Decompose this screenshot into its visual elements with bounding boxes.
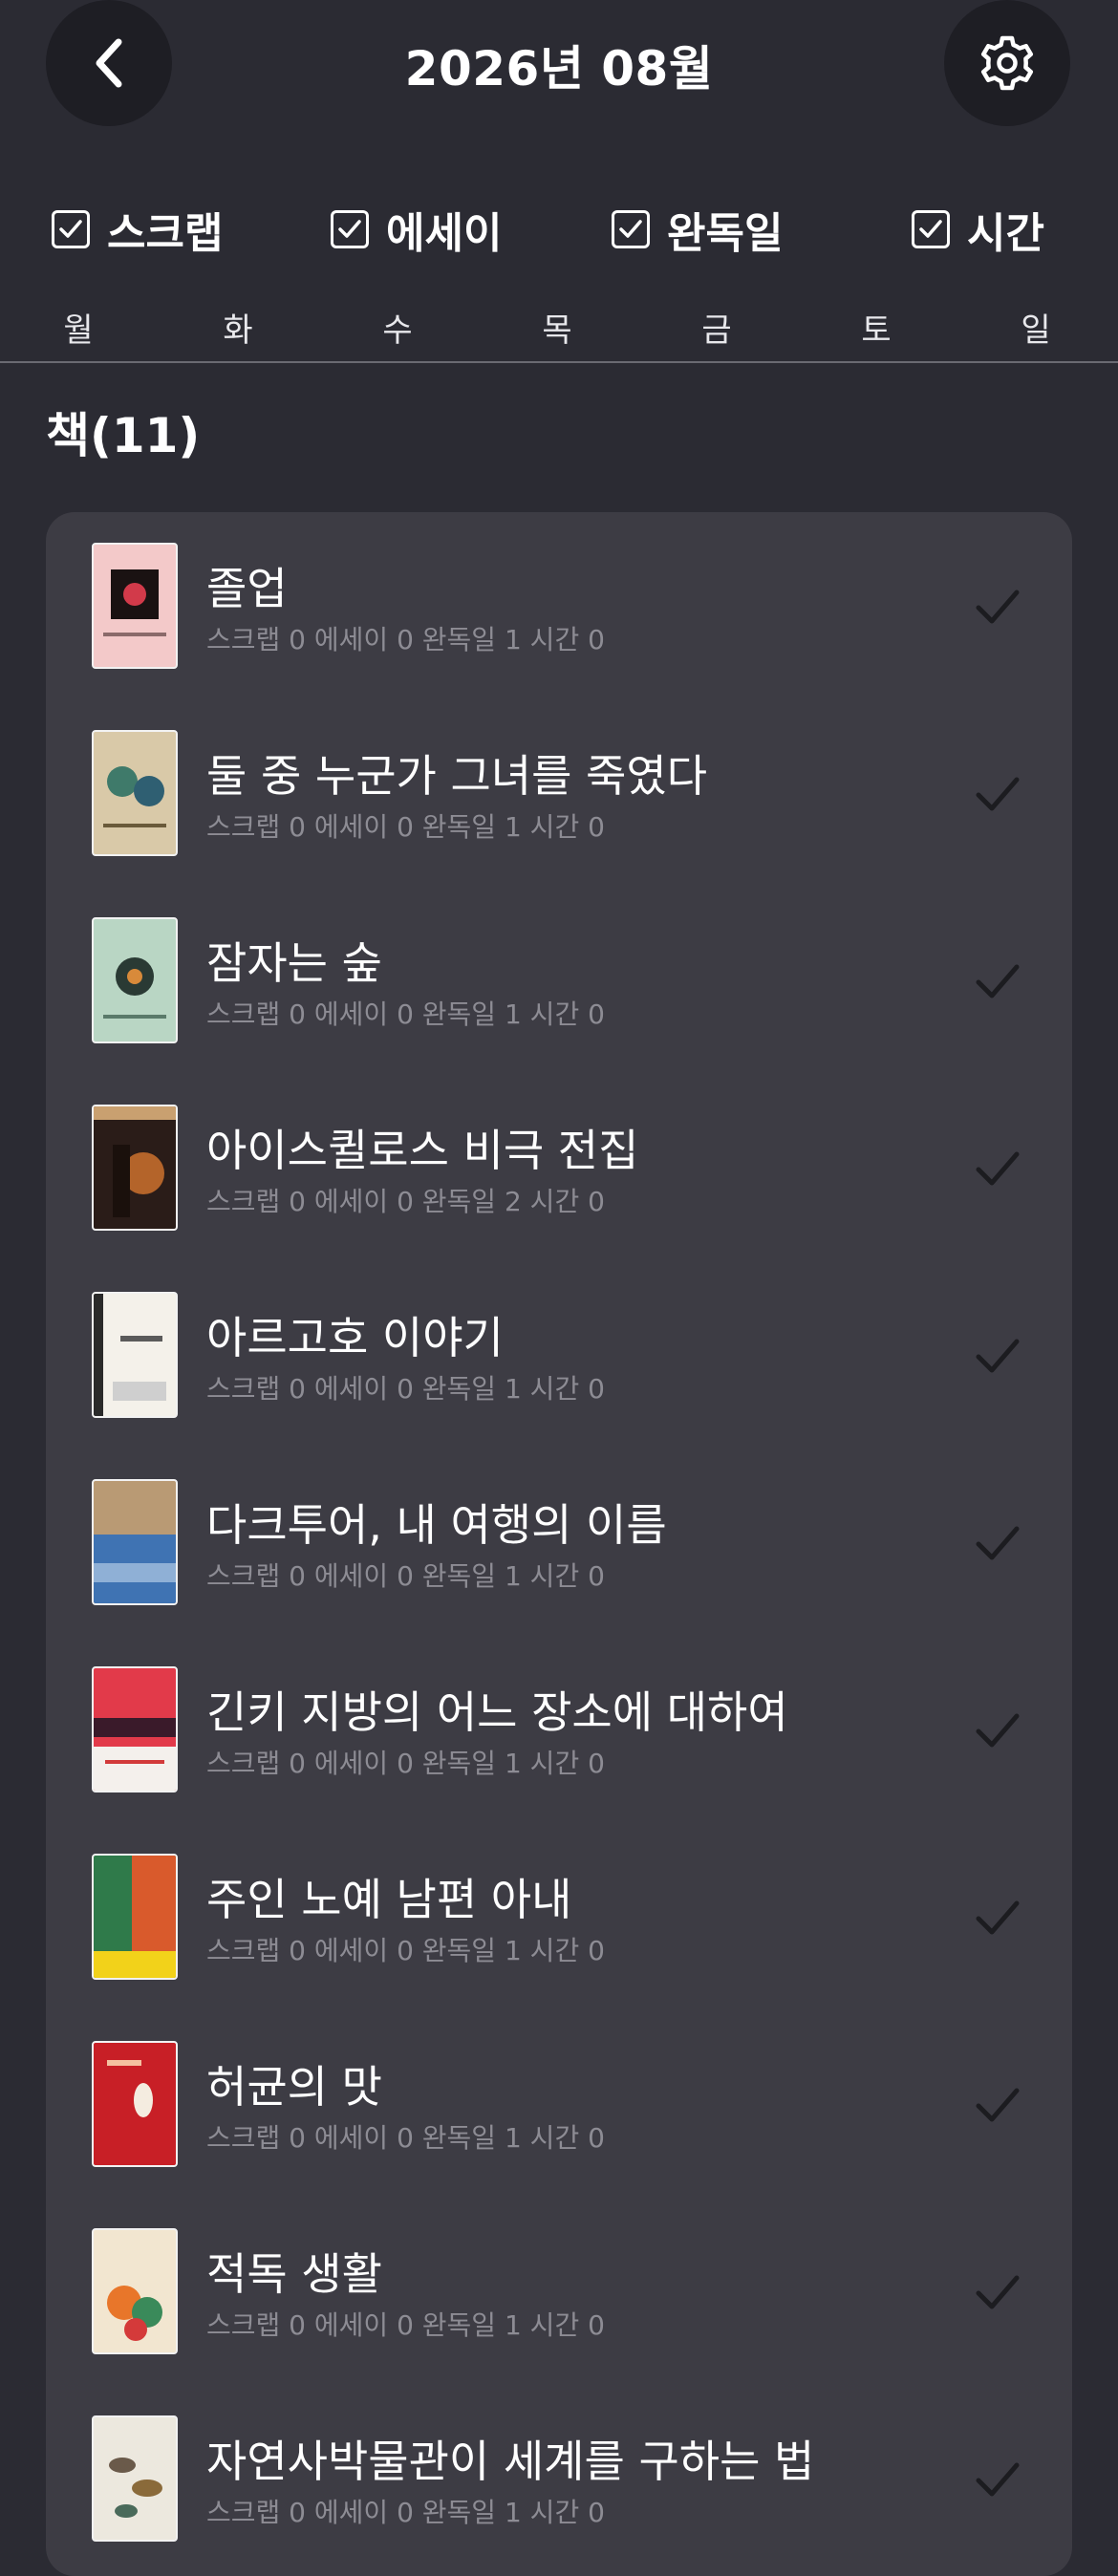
check-icon bbox=[976, 590, 1020, 624]
check-icon bbox=[976, 777, 1020, 811]
list-item[interactable]: 긴키 지방의 어느 장소에 대하여 스크랩 0 에세이 0 완독일 1 시간 0 bbox=[46, 1636, 1072, 1817]
check-icon bbox=[976, 1526, 1020, 1560]
weekday-sat: 토 bbox=[861, 311, 892, 350]
list-item[interactable]: 다크투어, 내 여행의 이름 스크랩 0 에세이 0 완독일 1 시간 0 bbox=[46, 1449, 1072, 1630]
book-title: 졸업 bbox=[206, 563, 288, 614]
book-stats: 스크랩 0 에세이 0 완독일 1 시간 0 bbox=[206, 624, 605, 655]
weekday-thu: 목 bbox=[542, 311, 572, 350]
weekday-sun: 일 bbox=[1021, 311, 1051, 350]
book-cover bbox=[92, 2415, 178, 2542]
book-cover bbox=[92, 2041, 178, 2167]
list-item[interactable]: 적독 생활 스크랩 0 에세이 0 완독일 1 시간 0 bbox=[46, 2198, 1072, 2379]
filter-time[interactable]: 시간 bbox=[912, 191, 1044, 268]
gear-icon bbox=[980, 35, 1034, 91]
book-title: 다크투어, 내 여행의 이름 bbox=[206, 1499, 667, 1551]
list-item[interactable]: 주인 노예 남편 아내 스크랩 0 에세이 0 완독일 1 시간 0 bbox=[46, 1823, 1072, 2005]
check-icon bbox=[976, 2462, 1020, 2497]
book-title: 아이스퀼로스 비극 전집 bbox=[206, 1125, 639, 1176]
settings-button[interactable] bbox=[944, 0, 1070, 126]
book-stats: 스크랩 0 에세이 0 완독일 1 시간 0 bbox=[206, 2309, 605, 2341]
book-title: 잠자는 숲 bbox=[206, 937, 382, 989]
list-item[interactable]: 둘 중 누군가 그녀를 죽였다 스크랩 0 에세이 0 완독일 1 시간 0 bbox=[46, 699, 1072, 881]
book-stats: 스크랩 0 에세이 0 완독일 1 시간 0 bbox=[206, 811, 605, 843]
book-title: 적독 생활 bbox=[206, 2248, 382, 2300]
book-stats: 스크랩 0 에세이 0 완독일 1 시간 0 bbox=[206, 1560, 605, 1592]
book-stats: 스크랩 0 에세이 0 완독일 2 시간 0 bbox=[206, 1186, 605, 1217]
book-cover bbox=[92, 730, 178, 856]
check-icon bbox=[976, 1713, 1020, 1748]
check-icon bbox=[976, 1339, 1020, 1373]
book-list: 졸업 스크랩 0 에세이 0 완독일 1 시간 0 둘 중 누군가 그녀를 죽였… bbox=[46, 512, 1072, 2576]
list-item[interactable]: 자연사박물관이 세계를 구하는 법 스크랩 0 에세이 0 완독일 1 시간 0 bbox=[46, 2385, 1072, 2566]
weekday-fri: 금 bbox=[701, 311, 732, 350]
weekday-header: 월 화 수 목 금 토 일 bbox=[0, 304, 1118, 363]
book-stats: 스크랩 0 에세이 0 완독일 1 시간 0 bbox=[206, 2122, 605, 2154]
book-cover bbox=[92, 1292, 178, 1418]
book-cover bbox=[92, 543, 178, 669]
filter-label: 에세이 bbox=[386, 209, 503, 258]
filter-label: 완독일 bbox=[667, 209, 784, 258]
book-title: 허균의 맛 bbox=[206, 2061, 382, 2113]
checkbox-checked-icon bbox=[912, 210, 950, 248]
book-title: 주인 노예 남편 아내 bbox=[206, 1874, 572, 1925]
weekday-mon: 월 bbox=[63, 311, 94, 350]
book-cover bbox=[92, 1105, 178, 1231]
filter-essay[interactable]: 에세이 bbox=[331, 191, 502, 268]
check-icon bbox=[976, 1151, 1020, 1186]
book-stats: 스크랩 0 에세이 0 완독일 1 시간 0 bbox=[206, 2497, 605, 2528]
book-title: 긴키 지방의 어느 장소에 대하여 bbox=[206, 1686, 788, 1738]
book-title: 아르고호 이야기 bbox=[206, 1312, 504, 1363]
book-cover bbox=[92, 1479, 178, 1605]
filter-label: 시간 bbox=[967, 209, 1044, 258]
book-cover bbox=[92, 2228, 178, 2354]
book-stats: 스크랩 0 에세이 0 완독일 1 시간 0 bbox=[206, 998, 605, 1030]
filter-bar: 스크랩 에세이 완독일 시간 bbox=[0, 191, 1118, 268]
book-cover bbox=[92, 917, 178, 1043]
top-bar: 2026년 08월 bbox=[0, 0, 1118, 134]
weekday-tue: 화 bbox=[223, 311, 253, 350]
check-icon bbox=[976, 2275, 1020, 2309]
list-item[interactable]: 잠자는 숲 스크랩 0 에세이 0 완독일 1 시간 0 bbox=[46, 887, 1072, 1068]
list-item[interactable]: 아이스퀼로스 비극 전집 스크랩 0 에세이 0 완독일 2 시간 0 bbox=[46, 1074, 1072, 1256]
book-stats: 스크랩 0 에세이 0 완독일 1 시간 0 bbox=[206, 1935, 605, 1966]
checkbox-checked-icon bbox=[52, 210, 90, 248]
list-item[interactable]: 허균의 맛 스크랩 0 에세이 0 완독일 1 시간 0 bbox=[46, 2010, 1072, 2192]
book-cover bbox=[92, 1854, 178, 1980]
book-title: 둘 중 누군가 그녀를 죽였다 bbox=[206, 750, 708, 802]
list-item[interactable]: 아르고호 이야기 스크랩 0 에세이 0 완독일 1 시간 0 bbox=[46, 1261, 1072, 1443]
list-item[interactable]: 졸업 스크랩 0 에세이 0 완독일 1 시간 0 bbox=[46, 512, 1072, 694]
filter-scrap[interactable]: 스크랩 bbox=[52, 191, 223, 268]
book-stats: 스크랩 0 에세이 0 완독일 1 시간 0 bbox=[206, 1373, 605, 1405]
filter-label: 스크랩 bbox=[107, 209, 224, 258]
checkbox-checked-icon bbox=[612, 210, 650, 248]
checkbox-checked-icon bbox=[331, 210, 369, 248]
book-stats: 스크랩 0 에세이 0 완독일 1 시간 0 bbox=[206, 1748, 605, 1779]
check-icon bbox=[976, 964, 1020, 998]
weekday-wed: 수 bbox=[382, 311, 413, 350]
section-title: 책(11) bbox=[46, 408, 201, 463]
book-title: 자연사박물관이 세계를 구하는 법 bbox=[206, 2436, 815, 2487]
filter-finish-date[interactable]: 완독일 bbox=[612, 191, 783, 268]
book-cover bbox=[92, 1666, 178, 1792]
check-icon bbox=[976, 1900, 1020, 1935]
check-icon bbox=[976, 2088, 1020, 2122]
